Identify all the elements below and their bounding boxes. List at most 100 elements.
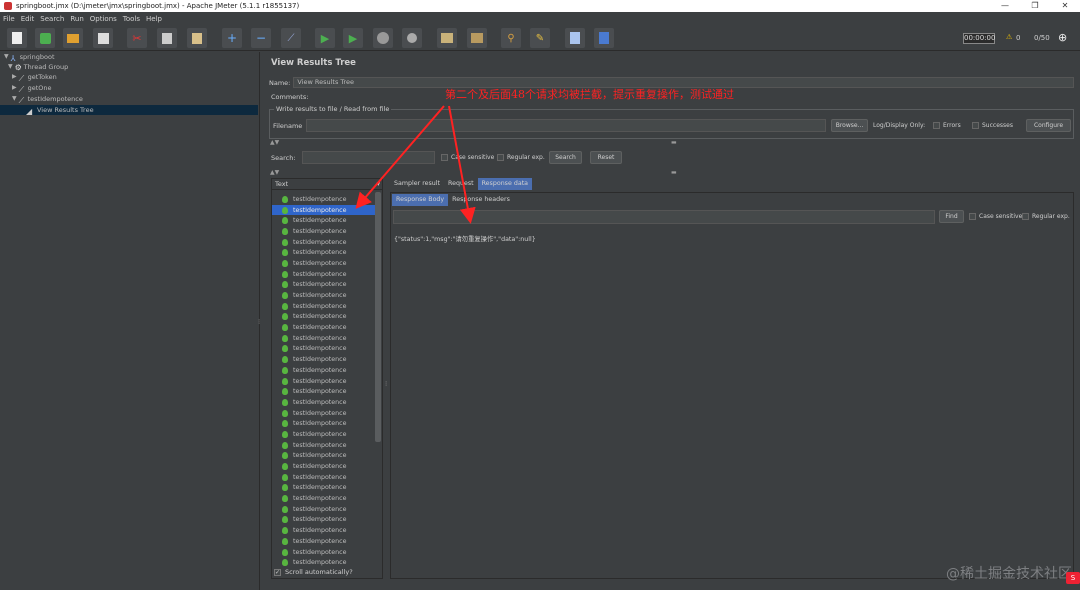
menu-file[interactable]: File [3, 15, 15, 23]
chevron-right-icon[interactable]: ▶ [12, 72, 17, 82]
list-item[interactable]: testIdempotence [272, 525, 376, 536]
toggle-icon[interactable]: ⟋ [281, 28, 301, 48]
divider-grip[interactable]: ▬ [671, 169, 677, 176]
list-item[interactable]: testIdempotence [272, 386, 376, 397]
list-item[interactable]: testIdempotence [272, 312, 376, 323]
list-item[interactable]: testIdempotence [272, 280, 376, 291]
list-item[interactable]: testIdempotence [272, 483, 376, 494]
renderer-select[interactable]: Text ▾ [272, 179, 382, 190]
list-item[interactable]: testIdempotence [272, 354, 376, 365]
collapse-icon[interactable]: − [251, 28, 271, 48]
chevron-down-icon[interactable]: ▼ [8, 62, 13, 72]
list-item[interactable]: testIdempotence [272, 547, 376, 558]
find-case-sensitive-checkbox[interactable]: Case sensitive [969, 213, 1022, 220]
list-item[interactable]: testIdempotence [272, 397, 376, 408]
search-icon[interactable]: ⚲ [501, 28, 521, 48]
find-regex-checkbox[interactable]: Regular exp. [1022, 213, 1070, 220]
divider-grip[interactable]: ▬ [671, 139, 677, 146]
reset-search-icon[interactable]: ✎ [530, 28, 550, 48]
list-item[interactable]: testIdempotence [272, 301, 376, 312]
new-icon[interactable] [7, 28, 27, 48]
list-item[interactable]: testIdempotence [272, 557, 376, 568]
tab-request[interactable]: Request [444, 178, 478, 190]
start-no-pause-icon[interactable]: ▶ [343, 28, 363, 48]
menu-run[interactable]: Run [70, 15, 83, 23]
remote-start-icon[interactable]: ⊕ [1058, 31, 1067, 44]
case-sensitive-checkbox[interactable]: Case sensitive [441, 154, 494, 161]
list-item[interactable]: testIdempotence [272, 365, 376, 376]
chevron-down-icon[interactable]: ▼ [12, 94, 17, 104]
list-item[interactable]: testIdempotence [272, 536, 376, 547]
find-input[interactable] [393, 210, 935, 224]
find-button[interactable]: Find [939, 210, 964, 223]
configure-button[interactable]: Configure [1026, 119, 1071, 132]
regex-checkbox[interactable]: Regular exp. [497, 154, 545, 161]
list-item[interactable]: testIdempotence [272, 451, 376, 462]
tab-response-body[interactable]: Response Body [392, 194, 449, 206]
start-icon[interactable]: ▶ [315, 28, 335, 48]
remote-icon[interactable] [437, 28, 457, 48]
list-item[interactable]: testIdempotence [272, 418, 376, 429]
search-input[interactable] [302, 151, 435, 164]
successes-checkbox[interactable]: Successes [972, 122, 1013, 129]
tab-sampler-result[interactable]: Sampler result [390, 178, 444, 190]
list-item[interactable]: testIdempotence [272, 376, 376, 387]
list-item[interactable]: testIdempotence [272, 247, 376, 258]
list-scrollbar[interactable] [375, 192, 381, 442]
warning-icon[interactable]: ⚠ [1006, 33, 1012, 41]
tree-node-gettoken[interactable]: ▶ ⟋ getToken [12, 72, 57, 83]
search-button[interactable]: Search [549, 151, 582, 164]
menu-edit[interactable]: Edit [21, 15, 35, 23]
list-item[interactable]: testIdempotence [272, 515, 376, 526]
chevron-down-icon[interactable]: ▼ [4, 52, 9, 62]
expand-icon[interactable]: + [222, 28, 242, 48]
splitter-handle[interactable]: ⁞ [258, 318, 261, 328]
list-item[interactable]: testIdempotence [272, 204, 376, 216]
list-item[interactable]: testIdempotence [272, 226, 376, 237]
collapse-arrows-icon[interactable]: ▲▼ [270, 139, 279, 146]
list-item[interactable]: testIdempotence [272, 429, 376, 440]
list-item[interactable]: testIdempotence [272, 333, 376, 344]
tab-response-headers[interactable]: Response headers [448, 194, 514, 206]
tree-node-testidempotence[interactable]: ▼ ⟋ testIdempotence [12, 94, 83, 105]
stop-icon[interactable] [373, 28, 393, 48]
list-item[interactable]: testIdempotence [272, 461, 376, 472]
list-item[interactable]: testIdempotence [272, 440, 376, 451]
list-item[interactable]: testIdempotence [272, 322, 376, 333]
response-body-text[interactable]: {"status":1,"msg":"请勿重复操作","data":null} [394, 234, 536, 243]
browse-button[interactable]: Browse... [831, 119, 868, 132]
list-item[interactable]: testIdempotence [272, 194, 376, 205]
reset-button[interactable]: Reset [590, 151, 622, 164]
filename-input[interactable] [306, 119, 826, 132]
tree-node-thread-group[interactable]: ▼ ⚙ Thread Group [8, 62, 68, 72]
help-icon[interactable] [594, 28, 614, 48]
tree-node-view-results-tree[interactable]: ◢ View Results Tree [26, 105, 96, 116]
clear-all-icon[interactable] [467, 28, 487, 48]
list-item[interactable]: testIdempotence [272, 472, 376, 483]
menu-search[interactable]: Search [40, 15, 64, 23]
menu-tools[interactable]: Tools [123, 15, 140, 23]
open-icon[interactable] [63, 28, 83, 48]
minimize-button[interactable]: — [990, 0, 1020, 12]
list-item[interactable]: testIdempotence [272, 237, 376, 248]
list-item[interactable]: testIdempotence [272, 215, 376, 226]
chevron-down-icon[interactable]: ▾ [376, 179, 380, 190]
tab-response-data[interactable]: Response data [477, 178, 533, 190]
paste-icon[interactable] [187, 28, 207, 48]
list-item[interactable]: testIdempotence [272, 504, 376, 515]
list-item[interactable]: testIdempotence [272, 408, 376, 419]
list-item[interactable]: testIdempotence [272, 344, 376, 355]
menu-options[interactable]: Options [90, 15, 117, 23]
save-icon[interactable] [93, 28, 113, 48]
tree-node-springboot[interactable]: ▼ ⅄ springboot [4, 52, 55, 63]
cut-icon[interactable]: ✂ [127, 28, 147, 48]
scroll-auto-checkbox[interactable]: ✓ Scroll automatically? [274, 568, 353, 576]
copy-icon[interactable] [157, 28, 177, 48]
close-button[interactable]: ✕ [1050, 0, 1080, 12]
function-helper-icon[interactable] [565, 28, 585, 48]
menu-help[interactable]: Help [146, 15, 162, 23]
shutdown-icon[interactable] [402, 28, 422, 48]
tree-node-getone[interactable]: ▶ ⟋ getOne [12, 83, 52, 94]
splitter-handle[interactable]: ⁞ [385, 380, 387, 388]
list-item[interactable]: testIdempotence [272, 269, 376, 280]
